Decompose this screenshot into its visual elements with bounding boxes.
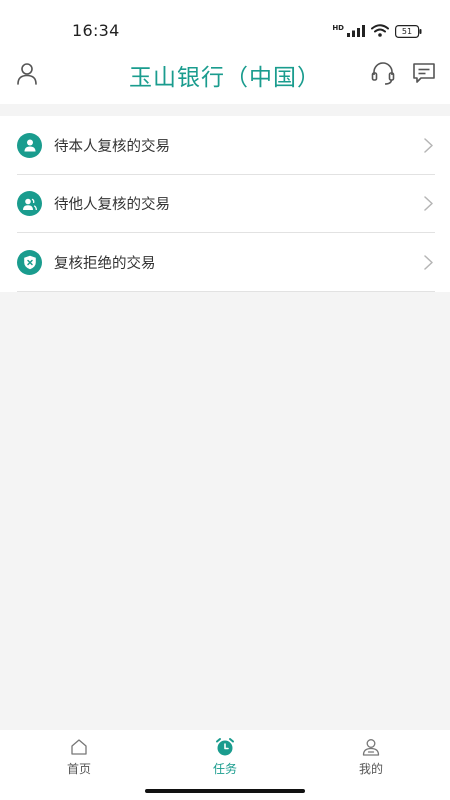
- home-indicator: [145, 789, 305, 793]
- tab-tasks[interactable]: 任务: [185, 736, 265, 777]
- messages-button[interactable]: [409, 60, 439, 90]
- person-icon: [17, 132, 42, 158]
- bottom-tab-bar: 首页 任务 我的: [0, 730, 450, 800]
- list-item-label: 待本人复核的交易: [54, 138, 170, 155]
- network-type-label: HD: [332, 23, 344, 32]
- shield-x-icon: [17, 249, 42, 275]
- signal-icon: [347, 22, 365, 41]
- customer-service-button[interactable]: [368, 60, 398, 90]
- status-time: 16:34: [72, 21, 120, 40]
- list-item-rejected-review[interactable]: 复核拒绝的交易: [0, 233, 450, 292]
- chevron-right-icon: [422, 254, 434, 270]
- review-transaction-list: 待本人复核的交易 待他人复核的交易 复核拒绝的交易: [0, 116, 450, 292]
- headset-icon: [370, 60, 396, 90]
- battery-level: 51: [401, 27, 413, 36]
- chevron-right-icon: [422, 196, 434, 212]
- list-item-pending-others-review[interactable]: 待他人复核的交易: [0, 175, 450, 234]
- wifi-icon: [371, 22, 389, 41]
- tab-label: 首页: [66, 762, 91, 776]
- message-icon: [412, 61, 436, 89]
- battery-icon: 51: [395, 25, 422, 38]
- tab-label: 任务: [212, 762, 237, 776]
- tab-home[interactable]: 首页: [39, 736, 119, 777]
- status-bar: 16:34 HD 51: [0, 0, 450, 50]
- tab-label: 我的: [358, 762, 383, 776]
- profile-icon: [360, 736, 382, 758]
- list-item-label: 复核拒绝的交易: [54, 255, 156, 272]
- people-icon: [17, 191, 42, 217]
- alarm-clock-icon: [214, 736, 236, 758]
- list-item-pending-my-review[interactable]: 待本人复核的交易: [0, 116, 450, 175]
- home-icon: [68, 736, 90, 758]
- section-gap: [0, 104, 450, 116]
- chevron-right-icon: [422, 137, 434, 153]
- app-header: 玉山银行（中国）: [0, 50, 450, 104]
- tab-mine[interactable]: 我的: [331, 736, 411, 777]
- list-item-label: 待他人复核的交易: [54, 197, 170, 214]
- status-icons: HD 51: [332, 22, 422, 41]
